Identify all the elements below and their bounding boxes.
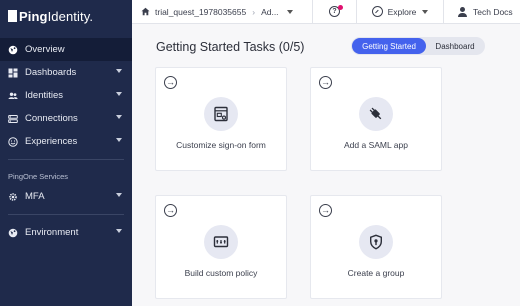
sidebar-item-connections[interactable]: Connections	[0, 107, 132, 130]
chevron-down-icon	[116, 229, 122, 233]
form-icon	[204, 97, 238, 131]
task-card-create-group[interactable]: → Create a group	[310, 195, 442, 299]
sidebar-item-environment[interactable]: Environment	[0, 221, 132, 244]
sidebar-item-label: MFA	[25, 191, 45, 202]
chevron-down-icon[interactable]	[286, 9, 293, 14]
chevron-down-icon	[422, 9, 429, 14]
task-card-customize-sign-on[interactable]: → Customize sign-on form	[155, 67, 287, 171]
task-card-label: Create a group	[347, 268, 405, 278]
explore-button[interactable]: Explore	[357, 0, 444, 24]
chevron-down-icon	[116, 138, 122, 142]
arrow-right-icon: →	[319, 204, 332, 217]
chevron-down-icon	[116, 193, 122, 197]
tab-dashboard[interactable]: Dashboard	[426, 38, 484, 54]
sidebar-item-mfa[interactable]: MFA	[0, 185, 132, 208]
environment-sub[interactable]: Ad...	[261, 7, 278, 17]
task-card-label: Customize sign-on form	[176, 140, 266, 150]
main-content: Getting Started Tasks (0/5) Getting Star…	[132, 25, 520, 306]
sidebar-item-label: Experiences	[25, 136, 78, 147]
sidebar-item-overview[interactable]: Overview	[0, 38, 132, 61]
sidebar-item-identities[interactable]: Identities	[0, 84, 132, 107]
globe-icon	[8, 228, 18, 238]
sidebar-item-label: Identities	[25, 90, 64, 101]
help-button[interactable]: ?	[313, 0, 357, 24]
chevron-down-icon	[116, 69, 122, 73]
sidebar-group-label: PingOne Services	[8, 172, 69, 181]
task-card-build-custom-policy[interactable]: → Build custom policy	[155, 195, 287, 299]
shield-lock-icon	[359, 225, 393, 259]
sidebar-divider	[8, 214, 124, 215]
sidebar-item-label: Dashboards	[25, 67, 77, 78]
arrow-right-icon: →	[164, 76, 177, 89]
task-card-label: Add a SAML app	[344, 140, 408, 150]
chevron-down-icon	[116, 92, 122, 96]
brand-name-bold: Ping	[19, 8, 48, 24]
sidebar-item-label: Connections	[25, 113, 78, 124]
dashboard-icon	[8, 68, 18, 78]
gear-icon	[8, 192, 18, 202]
brand-logo[interactable]: PingIdentity.	[0, 0, 132, 32]
task-card-label: Build custom policy	[184, 268, 258, 278]
sidebar-item-label: Overview	[25, 44, 65, 55]
view-toggle: Getting Started Dashboard	[351, 37, 485, 55]
connections-icon	[8, 114, 18, 124]
users-icon	[8, 91, 18, 101]
sidebar-item-dashboards[interactable]: Dashboards	[0, 61, 132, 84]
explore-label: Explore	[387, 6, 417, 17]
chevron-down-icon	[116, 115, 122, 119]
breadcrumb-separator: ›	[252, 6, 256, 17]
user-icon	[458, 6, 467, 17]
tech-docs-label: Tech Docs	[473, 6, 513, 17]
arrow-right-icon: →	[319, 76, 332, 89]
notification-dot	[338, 4, 343, 10]
home-icon[interactable]	[141, 7, 150, 16]
tab-getting-started[interactable]: Getting Started	[352, 38, 426, 54]
plug-icon	[359, 97, 393, 131]
sidebar-item-experiences[interactable]: Experiences	[0, 130, 132, 153]
explore-icon	[371, 6, 383, 17]
smiley-icon	[8, 136, 18, 147]
sidebar-item-label: Environment	[25, 227, 79, 238]
sidebar: PingIdentity. Overview Dashboards Identi…	[0, 0, 132, 306]
environment-selector[interactable]: trial_quest_1978035655 › Ad...	[132, 0, 313, 24]
page-title: Getting Started Tasks (0/5)	[156, 40, 305, 54]
policy-icon	[204, 225, 238, 259]
top-bar: trial_quest_1978035655 › Ad... ? Explore…	[132, 0, 520, 24]
globe-icon	[8, 45, 18, 55]
arrow-right-icon: →	[164, 204, 177, 217]
task-card-add-saml-app[interactable]: → Add a SAML app	[310, 67, 442, 171]
environment-name[interactable]: trial_quest_1978035655	[155, 7, 246, 17]
brand-name-regular: Identity.	[47, 8, 94, 24]
tech-docs-button[interactable]: Tech Docs	[444, 0, 520, 24]
logo-mark	[8, 10, 17, 22]
sidebar-divider	[8, 159, 124, 160]
